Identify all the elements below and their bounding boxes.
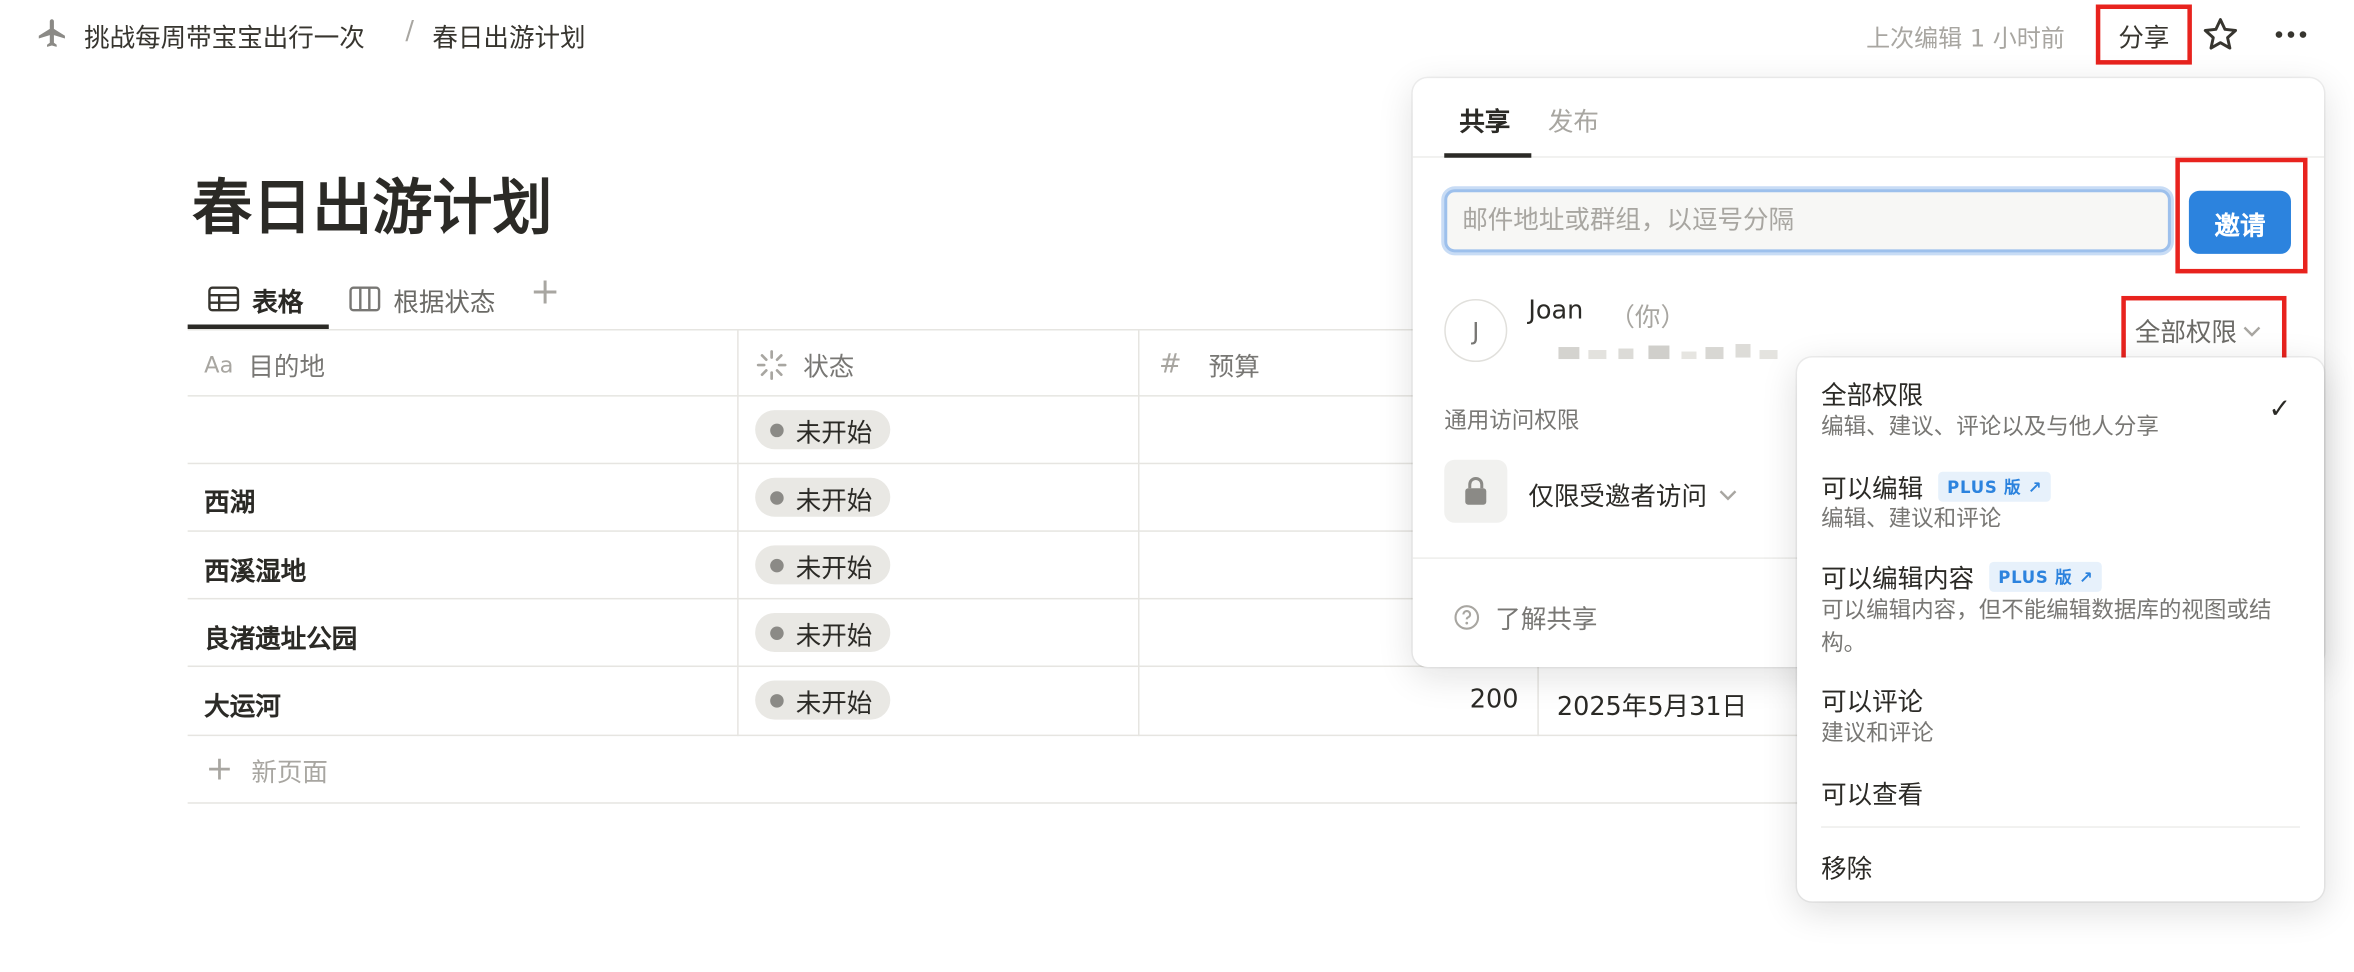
chevron-down-icon	[2243, 325, 2261, 336]
date-cell[interactable]: 2025年5月31日	[1557, 685, 1747, 723]
row-title[interactable]: 大运河	[204, 685, 281, 723]
option-title: 可以编辑内容	[1821, 564, 1975, 595]
page-title[interactable]: 春日出游计划	[192, 159, 552, 246]
more-icon[interactable]	[2270, 15, 2312, 54]
column-header-budget[interactable]: # 预算	[1159, 346, 1260, 384]
board-icon	[349, 286, 381, 312]
column-label: 目的地	[248, 353, 325, 384]
option-desc: 可以编辑内容，但不能编辑数据库的视图或结构。	[1821, 596, 2272, 657]
column-header-status[interactable]: 状态	[755, 346, 855, 384]
tab-board-view[interactable]: 根据状态	[348, 272, 495, 326]
menu-item-can-view[interactable]: 可以查看	[1821, 774, 1924, 812]
plus-badge: PLUS 版 ↗	[1938, 470, 2052, 502]
text-type-icon: Aa	[204, 350, 234, 378]
plus-badge: PLUS 版 ↗	[1989, 561, 2103, 592]
general-access-dropdown[interactable]: 仅限受邀者访问	[1528, 475, 1737, 513]
status-dot	[770, 625, 784, 640]
menu-item-can-edit-content[interactable]: 可以编辑内容 PLUS 版 ↗	[1821, 557, 2103, 595]
status-label: 未开始	[795, 688, 873, 719]
row-title[interactable]: 良渚遗址公园	[204, 617, 357, 655]
new-page-button[interactable]: + 新页面	[206, 751, 328, 789]
airplane-icon	[38, 19, 65, 47]
last-edited-text: 上次编辑 1 小时前	[1866, 24, 2065, 53]
breadcrumb-current[interactable]: 春日出游计划	[432, 17, 585, 55]
status-label: 未开始	[795, 418, 873, 449]
status-label: 未开始	[795, 485, 873, 517]
table-border	[187, 734, 1810, 737]
option-desc: 编辑、建议、评论以及与他人分享	[1821, 413, 2159, 441]
column-label: 预算	[1208, 353, 1260, 384]
tab-label: 表格	[252, 287, 304, 318]
row-title[interactable]: 西湖	[204, 481, 255, 518]
option-title: 可以评论	[1821, 688, 1924, 719]
avatar: J	[1444, 298, 1508, 363]
status-dot	[770, 490, 784, 505]
tab-share[interactable]: 共享	[1459, 101, 1510, 138]
option-title: 可以编辑	[1821, 474, 1924, 505]
user-name: Joan	[1528, 295, 1584, 326]
learn-label: 了解共享	[1495, 605, 1598, 636]
lock-icon	[1444, 459, 1508, 523]
column-label: 状态	[803, 353, 855, 384]
status-badge[interactable]: 未开始	[755, 545, 891, 585]
menu-item-can-edit[interactable]: 可以编辑 PLUS 版 ↗	[1821, 467, 2052, 505]
avatar-initial: J	[1472, 316, 1480, 345]
star-icon[interactable]	[2201, 15, 2240, 54]
table-border	[187, 802, 1810, 804]
menu-item-full-access[interactable]: 全部权限	[1821, 374, 1923, 412]
you-label: （你）	[1609, 303, 1686, 334]
share-button[interactable]: 分享	[2095, 4, 2192, 65]
tab-label: 根据状态	[393, 287, 496, 318]
option-title: 移除	[1821, 854, 1873, 885]
breadcrumb-parent[interactable]: 挑战每周带宝宝出行一次	[84, 17, 365, 55]
status-dot	[770, 693, 784, 707]
divider	[1821, 826, 2300, 828]
access-value: 仅限受邀者访问	[1528, 482, 1707, 513]
tab-table-view[interactable]: 表格	[207, 272, 303, 326]
tab-publish[interactable]: 发布	[1548, 101, 1599, 138]
general-access-label: 通用访问权限	[1444, 407, 1580, 435]
plus-icon: +	[205, 751, 234, 789]
option-desc: 编辑、建议和评论	[1821, 504, 2002, 532]
status-icon	[756, 349, 787, 380]
status-label: 未开始	[795, 553, 873, 584]
permission-value: 全部权限	[2134, 318, 2237, 349]
status-badge[interactable]: 未开始	[755, 410, 891, 450]
option-title: 可以查看	[1821, 781, 1924, 812]
option-title: 全部权限	[1821, 381, 1924, 412]
menu-item-remove[interactable]: 移除	[1821, 847, 1872, 885]
table-icon	[208, 286, 240, 312]
breadcrumb-separator: /	[405, 16, 414, 47]
row-title[interactable]: 西溪湿地	[204, 550, 306, 587]
blurred-email	[1558, 344, 1778, 360]
active-tab-indicator	[1444, 153, 1532, 158]
column-divider	[1137, 330, 1140, 737]
menu-item-can-comment[interactable]: 可以评论	[1821, 681, 1924, 719]
status-badge[interactable]: 未开始	[755, 680, 891, 720]
permission-dropdown[interactable]: 全部权限	[2135, 311, 2261, 349]
status-label: 未开始	[795, 621, 873, 652]
chevron-down-icon	[1719, 489, 1737, 500]
new-page-label: 新页面	[251, 758, 328, 789]
email-input[interactable]	[1444, 189, 2171, 253]
status-badge[interactable]: 未开始	[755, 477, 891, 517]
option-desc: 建议和评论	[1821, 719, 1934, 747]
help-icon	[1454, 604, 1480, 630]
status-dot	[770, 422, 784, 437]
status-badge[interactable]: 未开始	[755, 612, 891, 652]
column-header-destination[interactable]: Aa 目的地	[204, 346, 325, 384]
column-divider	[737, 330, 739, 737]
invite-button[interactable]: 邀请	[2188, 190, 2291, 254]
learn-sharing-link[interactable]: 了解共享	[1453, 598, 1598, 636]
number-type-icon: #	[1159, 348, 1182, 381]
status-dot	[770, 558, 784, 572]
budget-cell[interactable]: 200	[1470, 685, 1519, 715]
add-view-button[interactable]: +	[530, 270, 560, 312]
